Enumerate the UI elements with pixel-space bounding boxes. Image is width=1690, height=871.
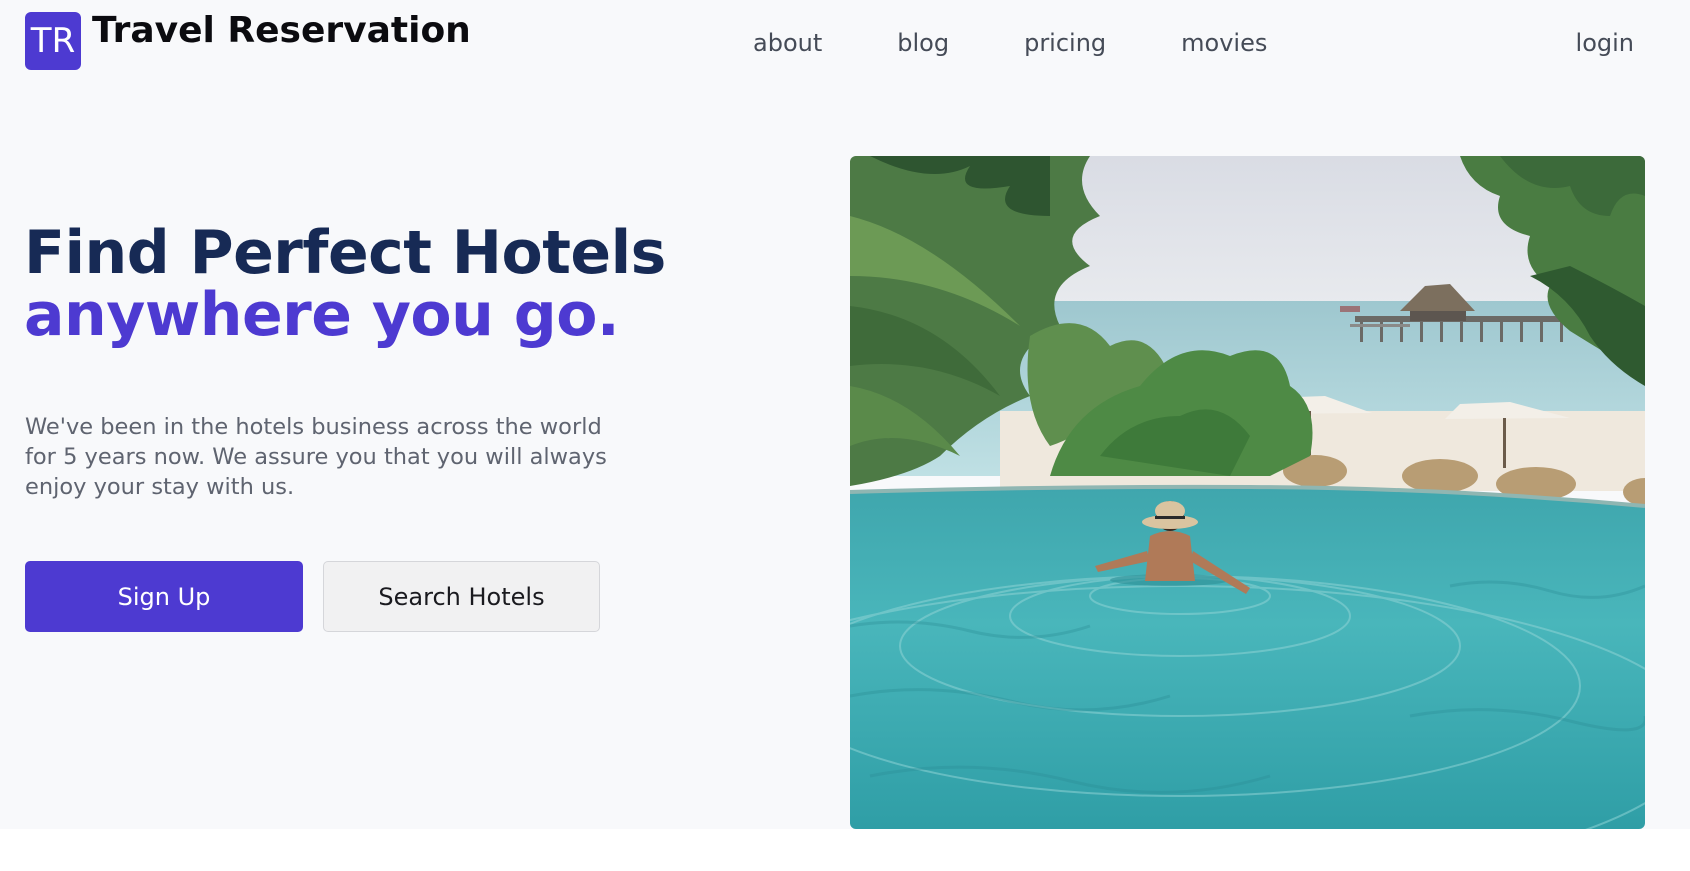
- main-nav: about blog pricing movies: [753, 31, 1267, 55]
- nav-link-about[interactable]: about: [753, 31, 822, 55]
- brand-name: Travel Reservation: [92, 10, 471, 51]
- nav-link-movies[interactable]: movies: [1181, 31, 1267, 55]
- hero-description: We've been in the hotels business across…: [25, 414, 607, 500]
- search-hotels-button[interactable]: Search Hotels: [323, 561, 600, 632]
- hero-headline: Find Perfect Hotels anywhere you go.: [24, 222, 666, 346]
- hero-image: [850, 156, 1645, 829]
- login-link[interactable]: login: [1576, 31, 1634, 55]
- logo-badge: TR: [25, 12, 81, 70]
- nav-link-blog[interactable]: blog: [897, 31, 949, 55]
- hero-headline-line2: anywhere you go.: [24, 280, 620, 350]
- nav-link-pricing[interactable]: pricing: [1024, 31, 1106, 55]
- hero-headline-line1: Find Perfect Hotels: [24, 218, 666, 288]
- sign-up-button[interactable]: Sign Up: [25, 561, 303, 632]
- brand-logo[interactable]: TR Travel Reservation: [25, 12, 471, 70]
- page: TR Travel Reservation about blog pricing…: [0, 0, 1690, 829]
